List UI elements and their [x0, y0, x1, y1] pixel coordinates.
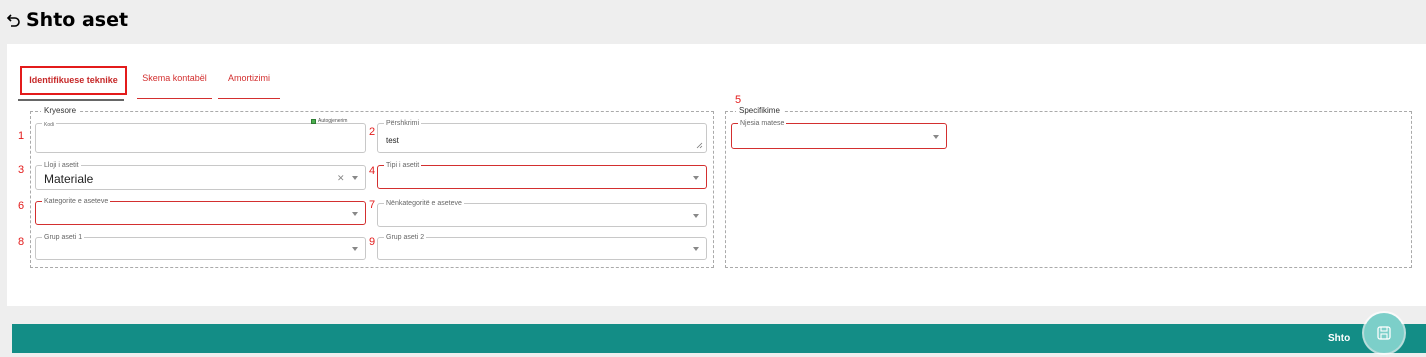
njesia-matese-label: Njesia matese: [738, 119, 787, 128]
chevron-down-icon[interactable]: [693, 247, 699, 251]
chevron-down-icon[interactable]: [933, 135, 939, 139]
njesia-matese-select[interactable]: Njesia matese: [731, 119, 947, 149]
checkbox-checked-icon: [311, 118, 316, 124]
save-floppy-icon: [1377, 326, 1391, 340]
annotation-3: 3: [18, 164, 25, 176]
annotation-1: 1: [18, 130, 25, 142]
pershkrimi-label: Përshkrimi: [384, 119, 422, 128]
kategorite-aseteve-select[interactable]: Kategorite e aseteve: [35, 197, 366, 225]
autogjenerim-label: Autogjenerim: [318, 118, 348, 124]
active-tab-indicator: [18, 99, 124, 101]
grup-aseti-1-select[interactable]: Grup aseti 1: [35, 233, 366, 260]
lloji-asetit-select[interactable]: Lloji i asetit Materiale ✕: [35, 161, 366, 190]
nenkategorite-aseteve-select[interactable]: Nënkategoritë e aseteve: [377, 199, 707, 227]
specifikime-legend: Specifikime: [736, 106, 783, 115]
annotation-5: 5: [735, 94, 742, 106]
undo-arrow-icon[interactable]: [5, 12, 21, 28]
autogjenerim-checkbox[interactable]: Autogjenerim: [311, 118, 347, 124]
chevron-down-icon[interactable]: [352, 212, 358, 216]
tipi-asetit-label: Tipi i asetit: [384, 161, 422, 170]
pershkrimi-textarea[interactable]: Përshkrimi test: [377, 119, 707, 153]
grup-aseti-1-label: Grup aseti 1: [42, 233, 85, 242]
footer-action-bar: [12, 324, 1426, 353]
chevron-down-icon[interactable]: [352, 176, 358, 180]
chevron-down-icon[interactable]: [352, 247, 358, 251]
chevron-down-icon[interactable]: [693, 214, 699, 218]
annotation-9: 9: [369, 236, 376, 248]
annotation-2: 2: [369, 126, 376, 138]
chevron-down-icon[interactable]: [693, 176, 699, 180]
annotation-4: 4: [369, 165, 376, 177]
annotation-6: 6: [18, 200, 25, 212]
pershkrimi-value: test: [386, 136, 399, 145]
kodi-label: Kodi: [42, 121, 57, 130]
nenkategorite-aseteve-label: Nënkategoritë e aseteve: [384, 199, 464, 208]
kategorite-aseteve-label: Kategorite e aseteve: [42, 197, 111, 206]
grup-aseti-2-select[interactable]: Grup aseti 2: [377, 233, 707, 260]
save-button[interactable]: [1364, 313, 1404, 353]
kryesore-legend: Kryesore: [41, 106, 80, 115]
tab-amortizimi[interactable]: Amortizimi: [218, 66, 280, 99]
kodi-input[interactable]: Kodi: [35, 121, 366, 153]
resize-handle-icon[interactable]: [696, 142, 703, 149]
lloji-asetit-value: Materiale: [44, 172, 94, 186]
grup-aseti-2-label: Grup aseti 2: [384, 233, 427, 242]
tab-identifikuese-teknike[interactable]: Identifikuese teknike: [20, 66, 127, 95]
page-title: Shto aset: [26, 9, 129, 31]
page-header: Shto aset: [0, 0, 1426, 44]
lloji-asetit-label: Lloji i asetit: [42, 161, 81, 170]
tipi-asetit-select[interactable]: Tipi i asetit: [377, 161, 707, 189]
annotation-7: 7: [369, 199, 376, 211]
shto-button-label[interactable]: Shto: [1328, 333, 1350, 344]
tab-skema-kontabel[interactable]: Skema kontabël: [137, 66, 212, 99]
clear-icon[interactable]: ✕: [337, 173, 345, 184]
annotation-8: 8: [18, 236, 25, 248]
